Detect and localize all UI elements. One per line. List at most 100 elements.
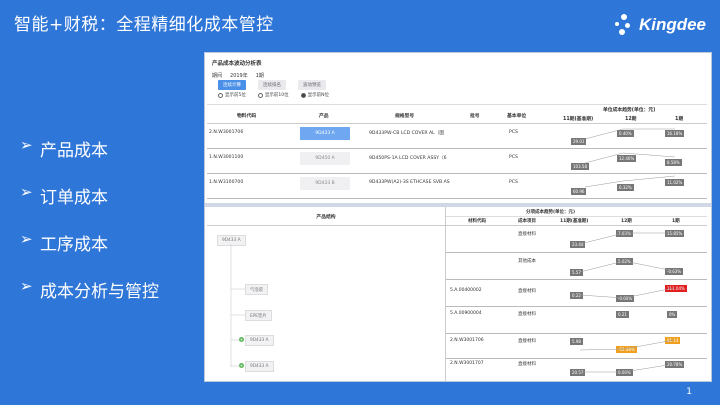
bullet-text: 产品成本 (40, 141, 108, 161)
cell-unit: PCS (509, 180, 518, 185)
table-row[interactable]: 5.A.00900004 直接材料 0.21 0% (446, 307, 707, 334)
col-material-code: 物料代码 (237, 114, 257, 119)
cell-spec: 9D433PW(A2)-3S ETHCASE SVB AS (369, 180, 450, 185)
radio-topn[interactable]: 显示前N位 (300, 92, 329, 98)
item-value-11: 23.44 (570, 241, 586, 248)
col-period-1: 1期 (672, 219, 680, 224)
col-period-1: 1期 (675, 117, 684, 122)
kingdee-logo: Kingdee (613, 14, 706, 36)
product-box[interactable]: 9D433 A (300, 127, 350, 140)
item-value-11: 5.57 (570, 269, 583, 276)
arrow-icon: ➢ (20, 183, 33, 201)
tree-connector-lines (230, 244, 245, 367)
table-row[interactable]: 2.N.W3001707 直接材料 20.57 0.00% 20.78% (446, 359, 707, 381)
tree-node[interactable]: 9D433 A (245, 361, 274, 372)
arrow-icon: ➢ (20, 230, 33, 248)
display-options: 显示前5位 显示前10位 显示前N位 (218, 92, 329, 98)
radio-top5[interactable]: 显示前5位 (218, 92, 246, 98)
col-trend: 单位成本趋势(单位：元) (603, 108, 656, 113)
continuous-rank-button[interactable]: 连续排名 (258, 80, 286, 90)
radio-label: 显示前N位 (307, 93, 329, 98)
item-value-1: 15.85% (665, 230, 685, 237)
kingdee-logo-icon (613, 14, 635, 36)
item-value-1-warn: 81.14 (665, 337, 681, 344)
item-value-1: 20.78% (665, 361, 685, 368)
cell-cost-item: 直接材料 (518, 289, 536, 294)
cell-cost-item: 直接材料 (518, 339, 536, 344)
arrow-icon: ➢ (20, 136, 33, 154)
bullet-list: ➢ 产品成本 ➢ 订单成本 ➢ 工序成本 ➢ 成本分析与管控 (20, 136, 159, 324)
table-header: 物料代码 产品 规格型号 批号 基本单位 单位成本趋势(单位：元) 11期(基准… (207, 104, 707, 124)
bullet-item: ➢ 产品成本 (20, 136, 159, 183)
bullet-text: 工序成本 (40, 235, 108, 255)
radio-label: 显示前5位 (225, 93, 246, 98)
item-cost-pane: 分项成本趋势(单位：元) 材料代码 成本项目 11期(基准期) 12期 1期 直… (446, 207, 707, 381)
bullet-item: ➢ 订单成本 (20, 183, 159, 230)
tree-node[interactable]: 气泡袋 (245, 284, 268, 295)
col-product: 产品 (319, 114, 329, 119)
period-year[interactable]: 2019年 (230, 72, 248, 79)
cell-material-code: 5.A.00400002 (450, 288, 482, 293)
tree-root-node[interactable]: 9D433 A (217, 235, 246, 246)
trend-value-12: 0.40% (617, 130, 634, 137)
item-value-1-alert: 111.04% (665, 285, 687, 292)
cell-material-code: 2.N.W3001707 (450, 361, 484, 366)
item-table-header: 材料代码 成本项目 11期(基准期) 12期 1期 (446, 216, 707, 226)
trend-value-1: 8.58% (665, 159, 682, 166)
radio-label: 显示前10位 (264, 93, 289, 98)
cell-spec: 9D450PS-1A LCD COVER ASSY（6 (369, 156, 447, 161)
page-number: 1 (686, 387, 692, 397)
col-batch: 批号 (470, 114, 480, 119)
bullet-text: 成本分析与管控 (40, 282, 159, 302)
product-box[interactable]: 9D433 B (300, 177, 350, 190)
product-cost-table: 物料代码 产品 规格型号 批号 基本单位 单位成本趋势(单位：元) 11期(基准… (207, 104, 707, 199)
item-trend-header: 分项成本趋势(单位：元) (526, 210, 576, 215)
radio-selected-icon (300, 92, 306, 98)
bullet-item: ➢ 成本分析与管控 (20, 277, 159, 324)
col-period-12: 12期 (621, 219, 632, 224)
report-screenshot: 产品成本波动分析表 期间 2019年 1期 连续计算 连续排名 波动预览 显示前… (204, 52, 712, 382)
table-row[interactable]: 1.N.W3100700 9D433 B 9D433PW(A2)-3S ETHC… (207, 174, 707, 199)
cell-cost-item: 其他成本 (518, 259, 536, 264)
fluctuation-preview-button[interactable]: 波动预览 (298, 80, 326, 90)
product-box[interactable]: 9D450 A (300, 152, 350, 165)
table-row[interactable]: 2.N.W3001706 直接材料 5.98 -52.48% 81.14 (446, 334, 707, 359)
period-value[interactable]: 1期 (256, 72, 264, 79)
item-value-1: 0% (667, 311, 678, 318)
table-row[interactable]: 2.N.W3001706 9D433 A 9D433PW-CB LCD COVE… (207, 124, 707, 149)
expand-icon[interactable]: + (239, 337, 244, 342)
cell-cost-item: 直接材料 (518, 312, 536, 317)
col-period-11: 11期(基准期) (560, 219, 589, 224)
tree-node[interactable]: EPE垫片 (245, 310, 272, 321)
period-row: 期间 2019年 1期 (212, 72, 264, 79)
trend-value-1: 16.18% (665, 130, 685, 137)
cell-unit: PCS (509, 130, 518, 135)
col-unit: 基本单位 (507, 114, 527, 119)
trend-value-1: 11.02% (665, 179, 685, 186)
table-row[interactable]: 其他成本 5.57 5.02% -0.63% (446, 253, 707, 280)
cell-code: 1.N.W3100700 (209, 180, 244, 185)
col-period-11: 11期(基准期) (563, 117, 594, 122)
cell-material-code: 2.N.W3001706 (450, 338, 484, 343)
radio-top10[interactable]: 显示前10位 (257, 92, 289, 98)
trend-value-11: 60.96 (571, 188, 587, 195)
structure-pane: 产品结构 9D433 A 气泡袋 EPE垫片 + 9D433 A + 9D433… (207, 207, 446, 381)
table-row[interactable]: 1.N.W3001100 9D450 A 9D450PS-1A LCD COVE… (207, 149, 707, 174)
col-period-12: 12期 (625, 117, 637, 122)
expand-icon[interactable]: + (239, 363, 244, 368)
report-title: 产品成本波动分析表 (212, 61, 262, 67)
cell-unit: PCS (509, 155, 518, 160)
item-value-12: 7.03% (616, 230, 633, 237)
item-value-1: -0.63% (665, 268, 684, 275)
trend-value-12: 12.40% (617, 155, 637, 162)
cell-code: 2.N.W3001706 (209, 130, 244, 135)
item-value-11: 20.57 (570, 369, 586, 376)
continuous-calc-button[interactable]: 连续计算 (218, 80, 246, 90)
tree-node[interactable]: 9D433 A (245, 335, 274, 346)
item-value-12: 0.00% (616, 369, 633, 376)
cell-spec: 9D433PW-CB LCD COVER AL（国 (369, 131, 444, 136)
table-row[interactable]: 5.A.00400002 直接材料 0.22 -0.00% 111.04% (446, 280, 707, 307)
item-value-12: 5.02% (616, 258, 633, 265)
logo-text: Kingdee (638, 15, 706, 34)
table-row[interactable]: 直接材料 23.44 7.03% 15.85% (446, 226, 707, 253)
